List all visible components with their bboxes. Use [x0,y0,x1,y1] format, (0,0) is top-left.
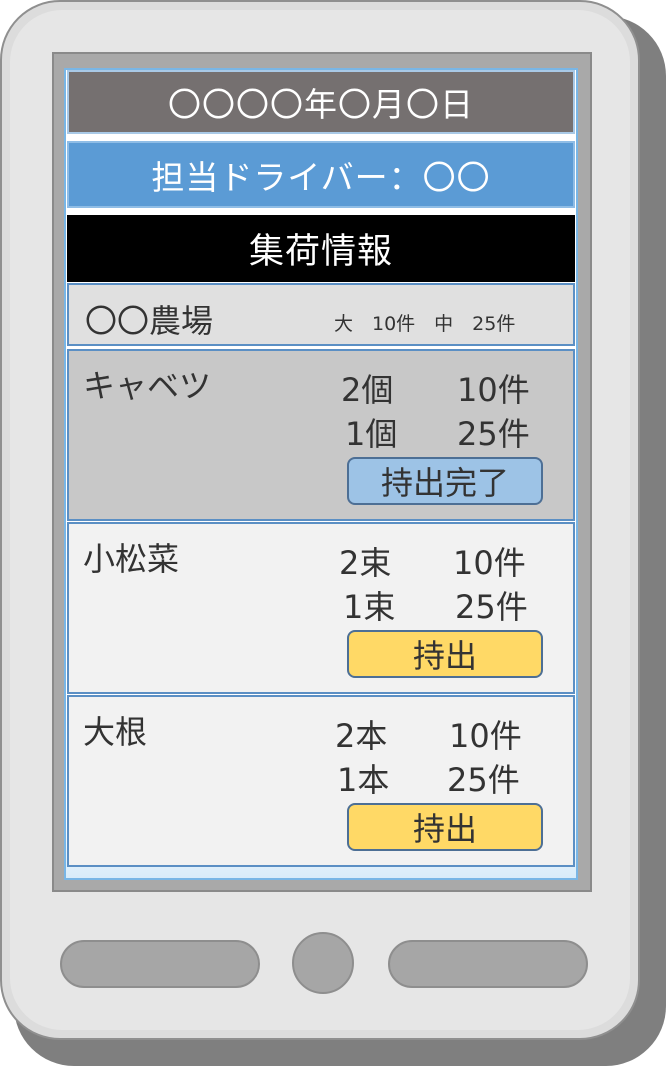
takeout-complete-button[interactable]: 持出完了 [347,457,543,505]
pickup-item-daikon: 大根 2本 10件 1本 25件 持出 [67,695,575,867]
item-qty: 2束 [339,544,392,582]
item-qty: 2本 [335,717,388,755]
section-title: 集荷情報 [67,215,575,282]
item-count: 10件 [449,717,522,755]
home-button-icon[interactable] [292,932,354,994]
driver-header: 担当ドライバー：〇〇 [67,141,575,208]
item-name: 大根 [83,713,148,751]
item-qty: 1束 [343,588,396,626]
left-key-icon[interactable] [60,940,260,988]
takeout-button[interactable]: 持出 [347,630,543,678]
item-qty: 1個 [345,415,398,453]
farm-name: 〇〇農場 [85,302,214,340]
item-count: 25件 [455,588,528,626]
item-name: キャベツ [83,367,212,405]
item-count: 10件 [453,544,526,582]
pickup-item-komatsuna: 小松菜 2束 10件 1束 25件 持出 [67,522,575,694]
right-key-icon[interactable] [388,940,588,988]
date-header: 〇〇〇〇年〇月〇日 [67,70,575,134]
item-name: 小松菜 [83,540,180,578]
item-count: 10件 [457,371,530,409]
item-count: 25件 [447,761,520,799]
item-qty: 1本 [337,761,390,799]
pickup-item-cabbage: キャベツ 2個 10件 1個 25件 持出完了 [67,349,575,521]
farm-row: 〇〇農場 大 10件 中 25件 [67,283,575,346]
farm-summary: 大 10件 中 25件 [334,313,516,335]
takeout-button[interactable]: 持出 [347,803,543,851]
item-count: 25件 [457,415,530,453]
item-qty: 2個 [341,371,394,409]
